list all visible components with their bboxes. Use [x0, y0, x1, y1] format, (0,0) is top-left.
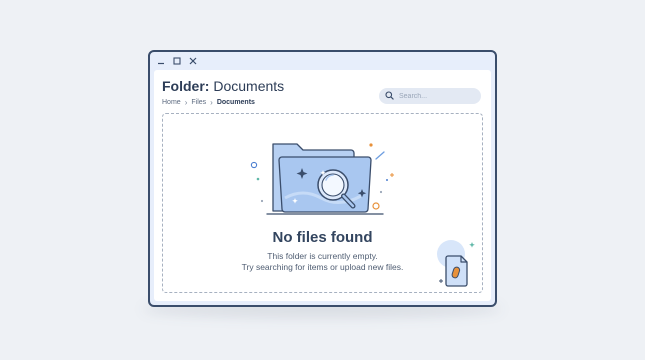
empty-drop-zone[interactable]: No files found This folder is currently …: [162, 113, 483, 293]
empty-folder-illustration: [250, 143, 394, 215]
content-panel: Folder: Documents Home › Files › Documen…: [154, 70, 491, 301]
breadcrumb-files[interactable]: Files: [191, 99, 206, 106]
page-title-prefix: Folder:: [162, 78, 210, 94]
file-browser-window: Folder: Documents Home › Files › Documen…: [148, 50, 497, 307]
minimize-icon[interactable]: [156, 56, 166, 66]
file-document-icon: [437, 240, 475, 287]
chevron-right-icon: ›: [184, 98, 188, 107]
breadcrumb-current: Documents: [216, 99, 255, 106]
title-bar: [150, 52, 495, 70]
folder-header: Folder: Documents Home › Files › Documen…: [162, 78, 483, 112]
page-title-folder-name: Documents: [213, 78, 285, 94]
breadcrumb-home[interactable]: Home: [162, 99, 181, 106]
maximize-icon[interactable]: [172, 56, 182, 66]
search-box[interactable]: [379, 88, 481, 104]
close-icon[interactable]: [188, 56, 198, 66]
search-icon: [385, 87, 394, 105]
search-input[interactable]: [399, 92, 469, 100]
chevron-right-icon: ›: [210, 98, 213, 107]
